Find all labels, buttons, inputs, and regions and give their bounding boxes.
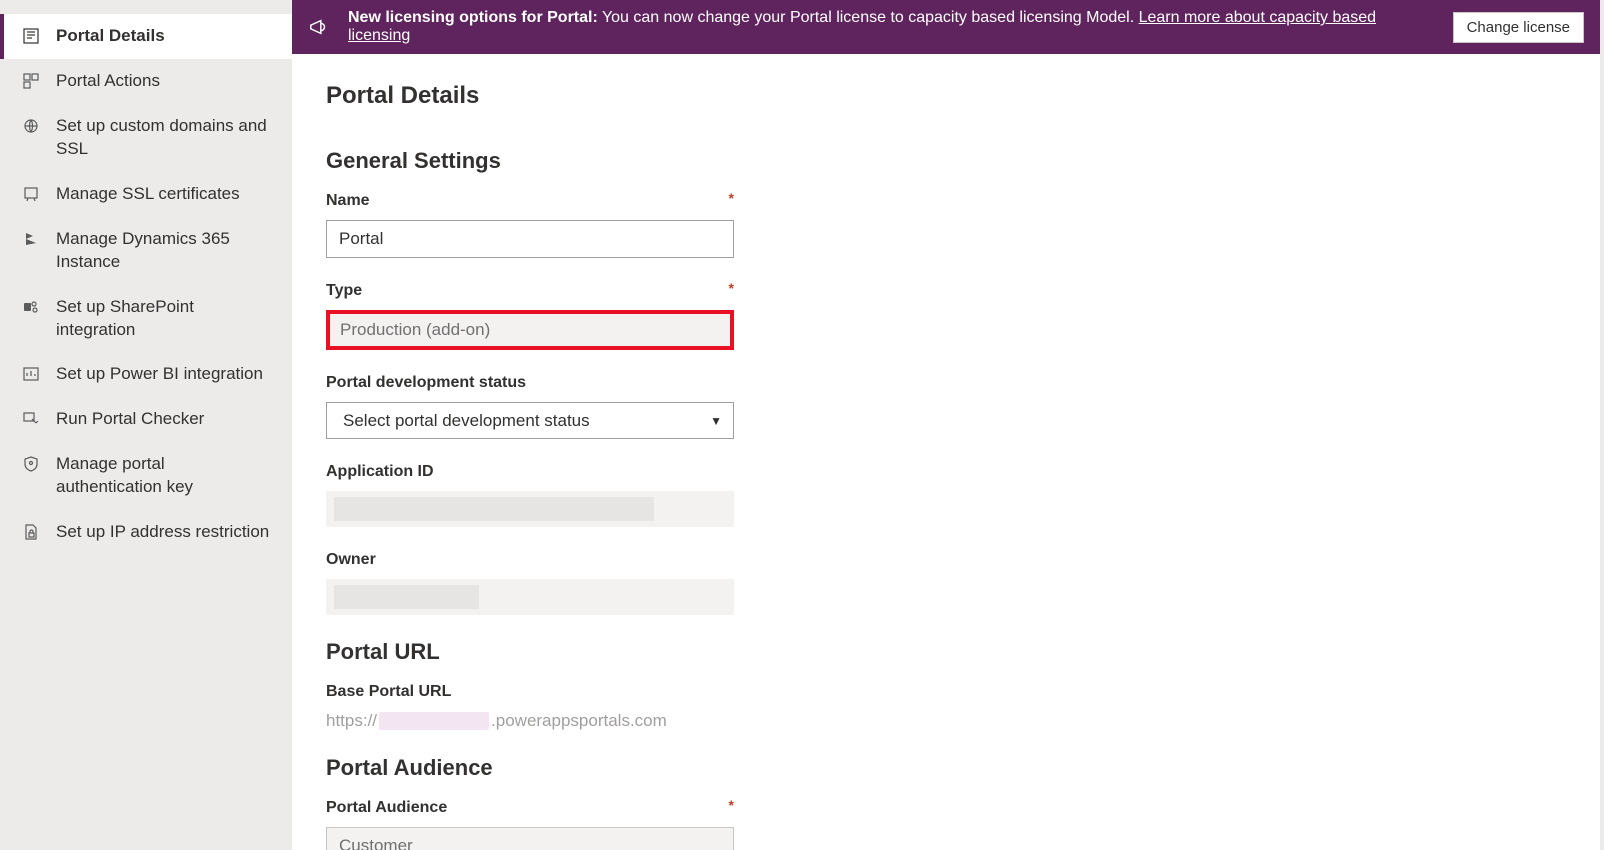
actions-icon <box>22 72 40 90</box>
change-license-button[interactable]: Change license <box>1453 12 1584 43</box>
sidebar-item-ssl-certificates[interactable]: Manage SSL certificates <box>0 172 292 217</box>
sidebar-item-auth-key[interactable]: Manage portal authentication key <box>0 442 292 510</box>
owner-label: Owner <box>326 551 734 569</box>
base-url-label: Base Portal URL <box>326 683 734 701</box>
sidebar-item-custom-domains[interactable]: Set up custom domains and SSL <box>0 104 292 172</box>
notification-banner: New licensing options for Portal: You ca… <box>292 0 1600 54</box>
sidebar-item-label: Set up SharePoint integration <box>56 296 274 342</box>
sidebar-item-ip-restriction[interactable]: Set up IP address restriction <box>0 510 292 555</box>
dynamics-icon <box>22 230 40 248</box>
sidebar-item-label: Set up IP address restriction <box>56 521 269 544</box>
sidebar-item-label: Manage SSL certificates <box>56 183 240 206</box>
sidebar-item-portal-actions[interactable]: Portal Actions <box>0 59 292 104</box>
url-suffix: .powerappsportals.com <box>491 711 667 731</box>
sharepoint-icon <box>22 298 40 316</box>
audience-input <box>326 827 734 850</box>
status-label: Portal development status <box>326 374 734 392</box>
document-lock-icon <box>22 523 40 541</box>
page-title: Portal Details <box>326 82 1566 110</box>
sidebar-item-label: Portal Actions <box>56 70 160 93</box>
checker-icon <box>22 410 40 428</box>
owner-value-redacted <box>326 579 734 615</box>
name-input[interactable] <box>326 220 734 258</box>
sidebar: Portal Details Portal Actions Set up cus… <box>0 0 292 850</box>
appid-value-redacted <box>326 491 734 527</box>
sidebar-item-portal-details[interactable]: Portal Details <box>0 14 292 59</box>
name-label: Name <box>326 192 734 210</box>
globe-link-icon <box>22 117 40 135</box>
sidebar-item-powerbi[interactable]: Set up Power BI integration <box>0 352 292 397</box>
sidebar-item-label: Manage portal authentication key <box>56 453 274 499</box>
banner-text: New licensing options for Portal: You ca… <box>348 9 1435 45</box>
section-portal-url: Portal URL <box>326 639 1566 665</box>
sidebar-item-dynamics-instance[interactable]: Manage Dynamics 365 Instance <box>0 217 292 285</box>
content-area: Portal Details General Settings Name Typ… <box>292 54 1600 850</box>
certificate-icon <box>22 185 40 203</box>
megaphone-icon <box>308 16 330 38</box>
audience-label: Portal Audience <box>326 799 734 817</box>
main-area: New licensing options for Portal: You ca… <box>292 0 1604 850</box>
appid-label: Application ID <box>326 463 734 481</box>
sidebar-item-label: Run Portal Checker <box>56 408 204 431</box>
status-select[interactable]: Select portal development status <box>326 402 734 439</box>
shield-icon <box>22 455 40 473</box>
chart-icon <box>22 365 40 383</box>
sidebar-item-portal-checker[interactable]: Run Portal Checker <box>0 397 292 442</box>
details-icon <box>22 27 40 45</box>
sidebar-item-label: Portal Details <box>56 25 165 48</box>
sidebar-item-sharepoint[interactable]: Set up SharePoint integration <box>0 285 292 353</box>
url-host-redacted <box>379 712 489 730</box>
section-general-settings: General Settings <box>326 148 1566 174</box>
sidebar-item-label: Set up custom domains and SSL <box>56 115 274 161</box>
type-input <box>326 310 734 350</box>
banner-bold: New licensing options for Portal: <box>348 9 598 26</box>
sidebar-item-label: Set up Power BI integration <box>56 363 263 386</box>
banner-body: You can now change your Portal license t… <box>598 9 1139 26</box>
section-portal-audience: Portal Audience <box>326 755 1566 781</box>
base-url-value: https:// .powerappsportals.com <box>326 711 734 731</box>
type-label: Type <box>326 282 734 300</box>
sidebar-item-label: Manage Dynamics 365 Instance <box>56 228 274 274</box>
url-prefix: https:// <box>326 711 377 731</box>
